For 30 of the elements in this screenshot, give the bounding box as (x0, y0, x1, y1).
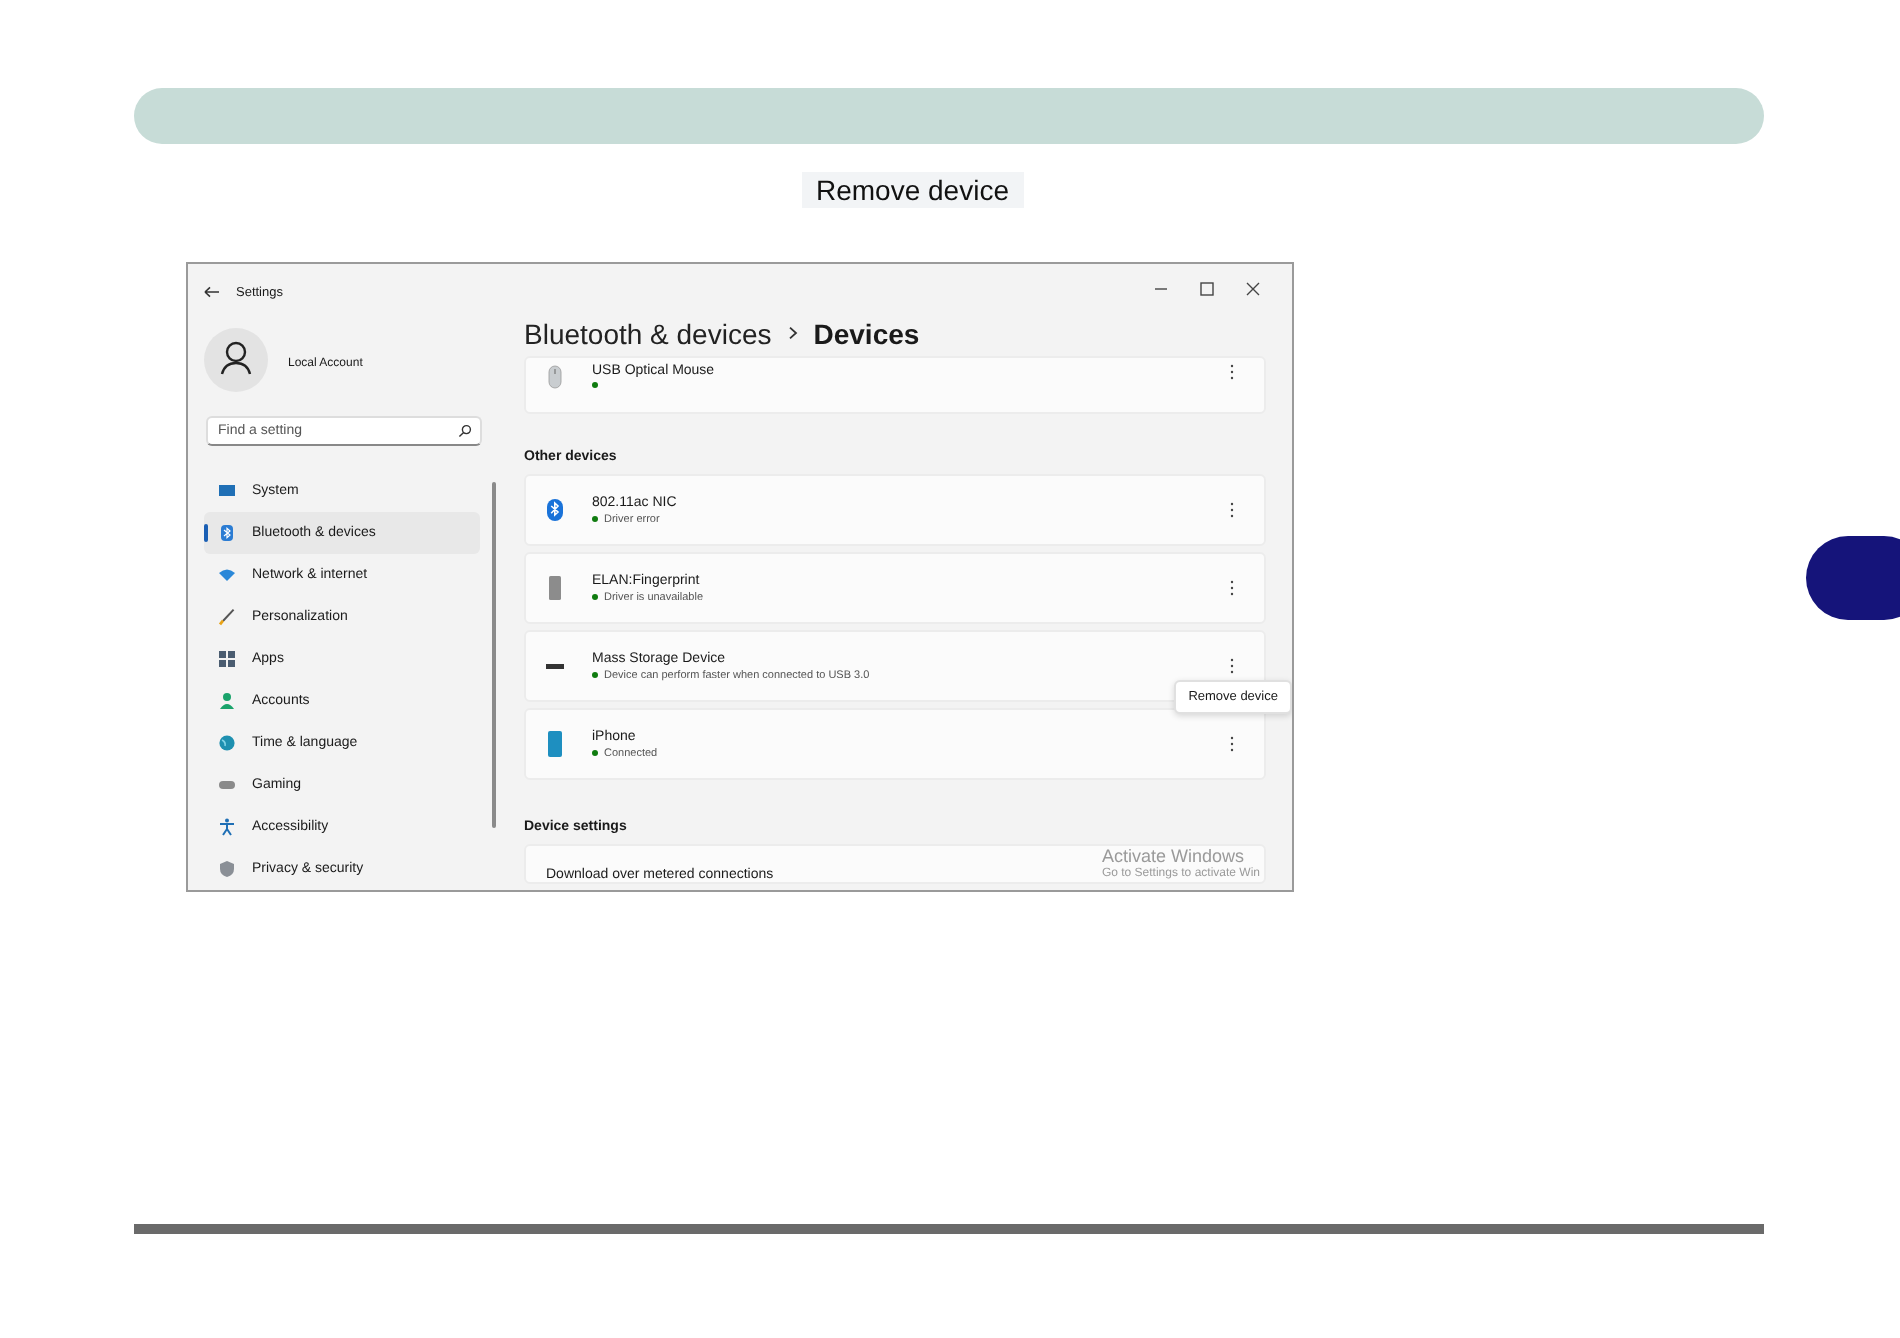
gamepad-icon (218, 776, 236, 794)
status-dot-icon (592, 750, 598, 756)
status-dot-icon (592, 594, 598, 600)
maximize-icon[interactable] (1200, 281, 1214, 295)
caption-text: Remove device (802, 172, 1023, 208)
system-icon (218, 482, 236, 500)
phone-icon (546, 730, 564, 758)
globe-icon (218, 734, 236, 752)
apps-icon (218, 650, 236, 668)
back-arrow-icon[interactable] (204, 286, 220, 298)
activation-title: Activate Windows (1101, 848, 1246, 867)
status-dot-icon (592, 382, 598, 388)
mouse-icon (546, 364, 564, 392)
close-icon[interactable] (1246, 281, 1260, 295)
status-dot-icon (592, 516, 598, 522)
fingerprint-icon (546, 574, 564, 602)
brush-icon (218, 608, 236, 626)
scrollbar[interactable] (492, 482, 496, 828)
accessibility-icon (218, 818, 236, 836)
chevron-icon (787, 326, 798, 340)
network-icon (218, 566, 236, 584)
avatar-icon (204, 328, 268, 392)
bluetooth-icon (546, 496, 564, 524)
status-dot-icon (592, 672, 598, 678)
search-icon (458, 424, 472, 442)
person-icon (218, 692, 236, 710)
page-title: Devices (813, 317, 920, 349)
bluetooth-icon (218, 524, 236, 542)
shield-icon (218, 860, 236, 878)
breadcrumb-link[interactable]: Bluetooth & devices (524, 317, 772, 349)
